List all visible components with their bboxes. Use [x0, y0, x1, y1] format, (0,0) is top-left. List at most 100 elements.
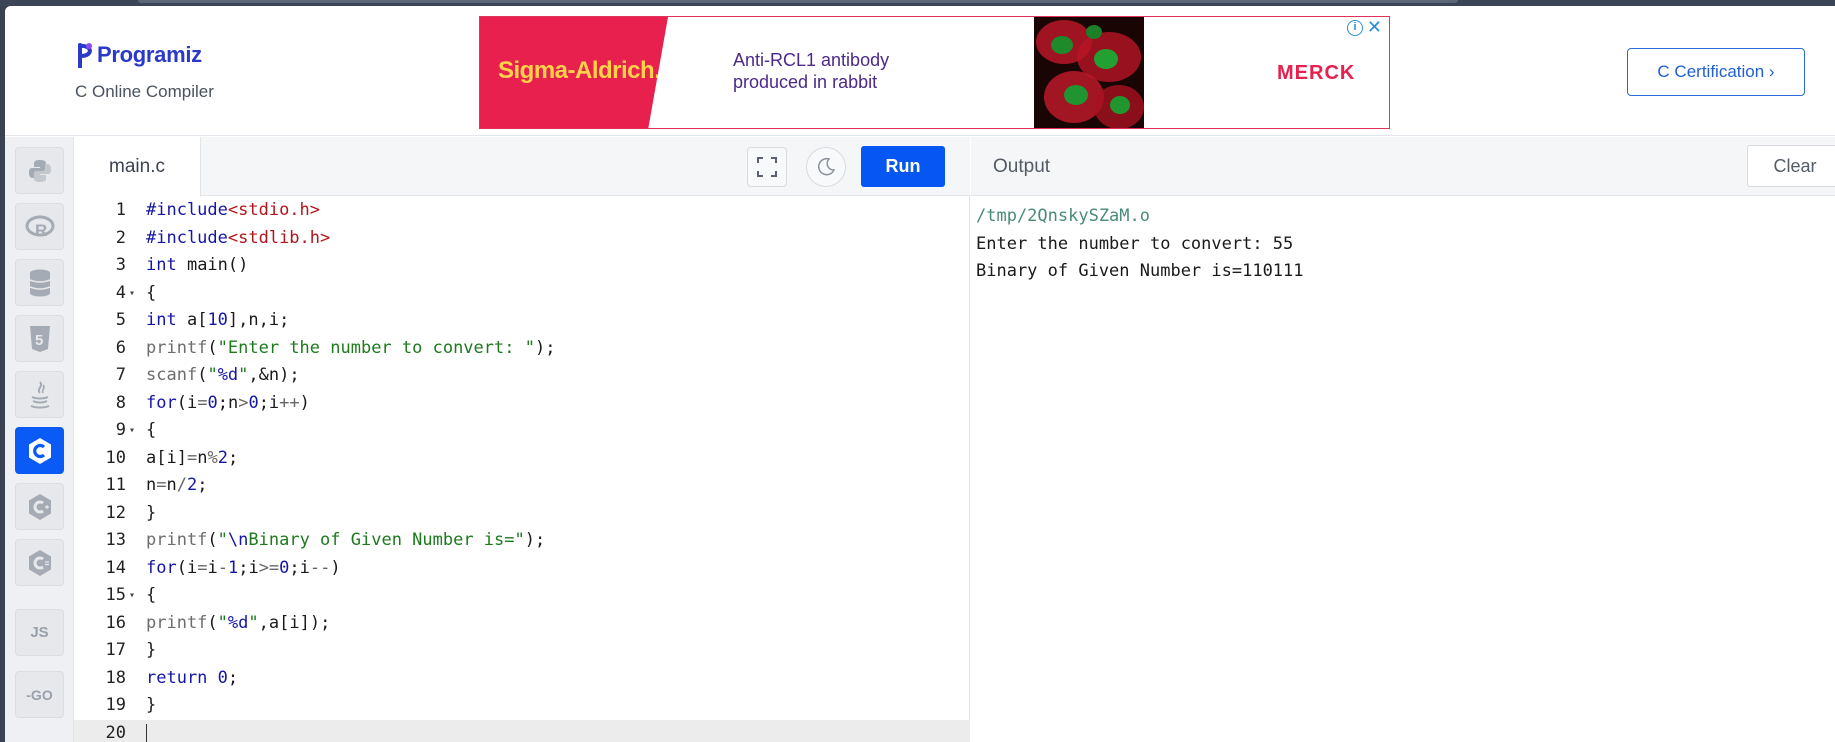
- code-text: return 0;: [146, 667, 239, 688]
- line-number: 2: [115, 227, 126, 248]
- c-icon[interactable]: [15, 427, 64, 474]
- ad-merck-logo: MERCK: [1277, 62, 1356, 84]
- tab-main-c[interactable]: main.c: [74, 137, 201, 197]
- code-text: }: [146, 695, 157, 715]
- code-line: 7 scanf("%d",&n);: [74, 362, 970, 390]
- advertisement-banner[interactable]: Sigma-Aldrich. Anti-RCL1 antibody produc…: [479, 16, 1390, 129]
- line-number: 10: [105, 447, 126, 468]
- output-console[interactable]: /tmp/2QnskySZaM.o Enter the number to co…: [976, 203, 1304, 286]
- java-icon[interactable]: [15, 371, 64, 418]
- code-text: int main(): [146, 255, 249, 275]
- r-icon[interactable]: R: [15, 203, 64, 250]
- ad-line-2: produced in rabbit: [733, 72, 878, 92]
- code-line: 17}: [74, 637, 970, 665]
- code-line: 8 for(i=0;n>0;i++): [74, 390, 970, 418]
- line-number: 15: [105, 585, 126, 605]
- js-icon[interactable]: JS: [15, 609, 64, 656]
- code-text: #include<stdlib.h>: [146, 227, 331, 248]
- ad-line-1: Anti-RCL1 antibody: [733, 50, 890, 70]
- html5-icon[interactable]: 5: [15, 315, 64, 362]
- database-icon[interactable]: [15, 259, 64, 306]
- code-area[interactable]: 1 #include<stdio.h> 2 #include<stdlib.h> 3…: [74, 197, 970, 742]
- output-line: Enter the number to convert: 55: [976, 233, 1294, 254]
- code-line: 4 ▾ {: [74, 280, 970, 308]
- line-number: 13: [105, 530, 126, 550]
- code-line: 19}: [74, 692, 970, 720]
- ad-advertiser-panel: Sigma-Aldrich.: [480, 17, 668, 128]
- logo-mark-icon: [77, 42, 95, 69]
- csharp-icon[interactable]: [15, 539, 64, 586]
- line-number: 9: [115, 420, 126, 440]
- line-number: 7: [115, 365, 126, 385]
- code-line: 6 printf("Enter the number to convert: ")…: [74, 335, 970, 363]
- text-cursor: [146, 723, 147, 742]
- cpp-icon[interactable]: [15, 483, 64, 530]
- code-text: }: [146, 502, 157, 523]
- run-button[interactable]: Run: [861, 146, 945, 187]
- page: Programiz C Online Compiler Sigma-Aldric…: [5, 6, 1835, 742]
- output-panel: Output Clear /tmp/2QnskySZaM.o Enter the…: [971, 137, 1835, 742]
- ad-text: Anti-RCL1 antibody produced in rabbit: [733, 49, 889, 93]
- ad-advertiser-name: Sigma-Aldrich.: [498, 57, 661, 84]
- line-number: 5: [115, 310, 126, 330]
- svg-text:R: R: [35, 221, 47, 239]
- fullscreen-icon[interactable]: [747, 147, 787, 187]
- output-line-path: /tmp/2QnskySZaM.o: [976, 206, 1150, 226]
- code-editor-panel: main.c Run 1 #include<stdio.h> 2 #include<…: [74, 137, 970, 742]
- fold-arrow-icon[interactable]: ▾: [129, 582, 135, 610]
- code-text: printf("\nBinary of Given Number is=");: [146, 530, 546, 550]
- code-line: 1 #include<stdio.h>: [74, 197, 970, 225]
- fold-arrow-icon[interactable]: ▾: [129, 280, 135, 308]
- close-icon[interactable]: ✕: [1367, 17, 1382, 38]
- line-number: 14: [105, 557, 126, 578]
- line-number: 8: [115, 392, 126, 413]
- code-text: for(i=i-1;i>=0;i--): [146, 557, 341, 578]
- line-number: 18: [105, 667, 126, 688]
- c-certification-button[interactable]: C Certification ›: [1627, 48, 1805, 96]
- line-number: 16: [105, 612, 126, 633]
- code-line: 16 printf("%d",a[i]);: [74, 610, 970, 638]
- code-line: 3 int main(): [74, 252, 970, 280]
- code-text: for(i=0;n>0;i++): [146, 392, 310, 413]
- code-line: 11 n=n/2;: [74, 472, 970, 500]
- code-line: 2 #include<stdlib.h>: [74, 225, 970, 253]
- page-subtitle: C Online Compiler: [75, 82, 214, 101]
- fold-arrow-icon[interactable]: ▾: [129, 417, 135, 445]
- ad-cell-image: [1034, 17, 1144, 128]
- current-code-line: 20: [74, 719, 970, 742]
- code-line: 12}: [74, 500, 970, 528]
- code-line: 13 printf("\nBinary of Given Number is=")…: [74, 527, 970, 555]
- python-icon[interactable]: [15, 147, 64, 194]
- code-line: 9 ▾ {: [74, 417, 970, 445]
- programiz-logo[interactable]: Programiz: [77, 42, 202, 69]
- code-line: 18 return 0;: [74, 665, 970, 693]
- go-icon[interactable]: -GO: [15, 671, 64, 718]
- code-line: 14 for(i=i-1;i>=0;i--): [74, 555, 970, 583]
- line-number: 3: [115, 255, 126, 275]
- code-text: a[i]=n%2;: [146, 447, 239, 468]
- line-number: 19: [105, 695, 126, 715]
- code-text: {: [146, 585, 157, 605]
- info-icon[interactable]: i: [1347, 20, 1363, 36]
- line-number: 1: [115, 200, 126, 220]
- code-line: 5 int a[10],n,i;: [74, 307, 970, 335]
- output-toolbar: Output Clear: [971, 137, 1835, 196]
- scroll-strip: [138, 0, 1458, 3]
- moon-icon[interactable]: [806, 147, 846, 187]
- svg-text:5: 5: [35, 332, 43, 349]
- line-number: 17: [105, 640, 126, 660]
- line-number: 11: [105, 475, 126, 495]
- code-line: 15 ▾ {: [74, 582, 970, 610]
- clear-button[interactable]: Clear: [1747, 145, 1835, 187]
- code-text: n=n/2;: [146, 475, 208, 495]
- line-number: 12: [105, 502, 126, 523]
- language-sidebar: R 5 JS -GO: [5, 137, 74, 742]
- line-number: 20: [105, 722, 126, 742]
- code-text: }: [146, 640, 157, 660]
- line-number: 4: [115, 282, 126, 303]
- code-text: {: [146, 282, 157, 303]
- code-text: {: [146, 420, 157, 440]
- code-text: printf("%d",a[i]);: [146, 612, 331, 633]
- line-number: 6: [115, 337, 126, 358]
- code-text: int a[10],n,i;: [146, 310, 290, 330]
